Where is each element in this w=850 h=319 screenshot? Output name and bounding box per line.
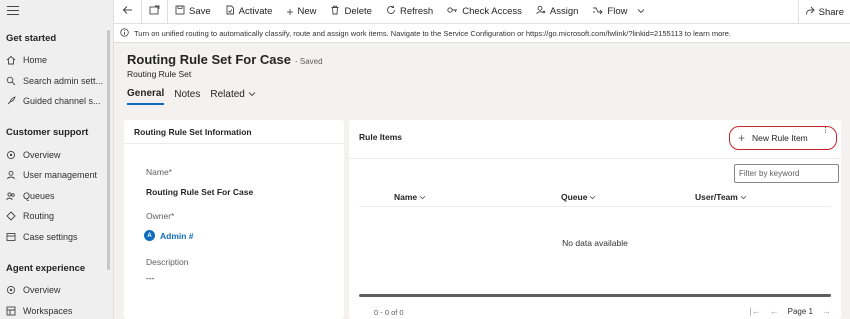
- back-arrow-icon: [122, 5, 133, 18]
- sidebar-scrollbar[interactable]: [107, 30, 110, 270]
- nav-item-overview[interactable]: Overview: [6, 150, 106, 160]
- routing-icon: [6, 211, 16, 221]
- record-count: 0 - 0 of 0: [374, 308, 404, 317]
- flow-button[interactable]: Flow: [585, 0, 652, 24]
- search-icon: [6, 76, 16, 86]
- queues-icon: [6, 191, 16, 201]
- name-label: Name*: [146, 167, 172, 177]
- chevron-down-icon: [419, 192, 426, 202]
- unified-routing-notification: Turn on unified routing to automatically…: [114, 24, 850, 43]
- form-header: Routing Rule Set For Case - Saved Routin…: [114, 43, 850, 109]
- tab-notes[interactable]: Notes: [174, 88, 200, 105]
- tab-related[interactable]: Related: [210, 88, 256, 105]
- assign-button[interactable]: Assign: [529, 0, 586, 24]
- chevron-down-icon: [248, 89, 256, 100]
- workspaces-icon: [6, 306, 16, 316]
- refresh-icon: [386, 5, 396, 18]
- rule-items-card: Rule Items + New Rule Item ··· Filter by…: [349, 120, 841, 319]
- title-row: Routing Rule Set For Case - Saved: [127, 52, 323, 67]
- form-body: Routing Rule Set Information Name* Routi…: [114, 109, 850, 319]
- description-field[interactable]: ---: [146, 273, 155, 283]
- nav-section-customer-support: Customer support: [6, 127, 89, 138]
- share-button[interactable]: Share: [797, 0, 850, 24]
- entity-name: Routing Rule Set: [127, 69, 192, 79]
- nav-item-queues[interactable]: Queues: [6, 191, 106, 201]
- column-header-queue[interactable]: Queue: [561, 192, 596, 202]
- share-icon: [805, 6, 815, 19]
- back-button[interactable]: [114, 0, 141, 24]
- notification-text: Turn on unified routing to automatically…: [134, 28, 732, 38]
- user-icon: [6, 170, 16, 180]
- column-header-user-team[interactable]: User/Team: [695, 192, 747, 202]
- avatar: A: [144, 230, 155, 241]
- card-divider: [349, 158, 841, 159]
- save-icon: [175, 5, 185, 18]
- owner-field[interactable]: A Admin #: [144, 230, 194, 241]
- name-field[interactable]: Routing Rule Set For Case: [146, 187, 253, 197]
- nav-item-user-management[interactable]: User management: [6, 170, 106, 180]
- previous-page-icon[interactable]: ←: [770, 306, 779, 316]
- nav-item-case-settings[interactable]: Case settings: [6, 232, 106, 242]
- nav-item-guided-channel-setup[interactable]: Guided channel s...: [6, 96, 106, 106]
- nav-item-routing[interactable]: Routing: [6, 211, 106, 221]
- owner-link[interactable]: Admin #: [160, 231, 194, 241]
- owner-label: Owner*: [146, 211, 175, 221]
- assign-icon: [536, 5, 546, 18]
- more-commands-icon[interactable]: ···: [820, 126, 831, 133]
- nav-item-workspaces[interactable]: Workspaces: [6, 306, 106, 316]
- first-page-icon[interactable]: |←: [749, 306, 760, 316]
- hamburger-menu-icon[interactable]: [7, 6, 19, 16]
- activate-button[interactable]: Activate: [218, 0, 280, 24]
- sidebar: Get started Home Search admin sett... Gu…: [0, 0, 114, 319]
- trash-icon: [330, 5, 340, 18]
- command-bar: Save Activate + New Delete Refresh Check…: [114, 0, 850, 24]
- plus-icon: +: [286, 4, 294, 19]
- nav-item-search-admin-settings[interactable]: Search admin sett...: [6, 76, 106, 86]
- form-tabs: General Notes Related: [127, 88, 256, 105]
- card-divider: [124, 143, 344, 144]
- info-icon: [120, 27, 129, 39]
- key-icon: [447, 5, 458, 18]
- chevron-down-icon: [589, 192, 596, 202]
- plus-icon: +: [738, 131, 746, 145]
- empty-grid-message: No data available: [562, 238, 628, 248]
- activate-icon: [225, 5, 235, 18]
- nav-item-home[interactable]: Home: [6, 55, 106, 65]
- filter-by-keyword-input[interactable]: Filter by keyword: [734, 164, 839, 183]
- description-label: Description: [146, 257, 189, 267]
- info-card-title: Routing Rule Set Information: [134, 127, 252, 137]
- overview-icon: [6, 150, 16, 160]
- chevron-down-icon: [637, 6, 645, 17]
- new-button[interactable]: + New: [279, 0, 323, 24]
- case-icon: [6, 232, 16, 242]
- grid-horizontal-scrollbar[interactable]: [359, 294, 831, 297]
- next-page-icon[interactable]: →: [822, 306, 831, 316]
- save-status: - Saved: [294, 57, 323, 66]
- grid-header-divider: [359, 206, 831, 207]
- check-access-button[interactable]: Check Access: [440, 0, 529, 24]
- tab-general[interactable]: General: [127, 88, 165, 105]
- nav-item-agent-overview[interactable]: Overview: [6, 285, 106, 295]
- overview-icon: [6, 285, 16, 295]
- page-title: Routing Rule Set For Case: [127, 52, 291, 67]
- routing-rule-set-info-card: Routing Rule Set Information Name* Routi…: [124, 120, 344, 319]
- pager: |← ← Page 1 →: [749, 306, 831, 316]
- home-icon: [6, 55, 16, 65]
- new-window-icon: [149, 5, 160, 18]
- flow-icon: [592, 5, 604, 18]
- delete-button[interactable]: Delete: [323, 0, 378, 24]
- nav-section-agent-experience: Agent experience: [6, 263, 86, 274]
- chevron-down-icon: [740, 192, 747, 202]
- page-number: Page 1: [787, 306, 813, 316]
- rule-items-title: Rule Items: [359, 132, 402, 142]
- save-button[interactable]: Save: [168, 0, 218, 24]
- column-header-name[interactable]: Name: [394, 192, 426, 202]
- open-in-new-window-button[interactable]: [142, 0, 167, 24]
- rocket-icon: [6, 96, 16, 106]
- refresh-button[interactable]: Refresh: [379, 0, 440, 24]
- nav-section-get-started: Get started: [6, 33, 57, 44]
